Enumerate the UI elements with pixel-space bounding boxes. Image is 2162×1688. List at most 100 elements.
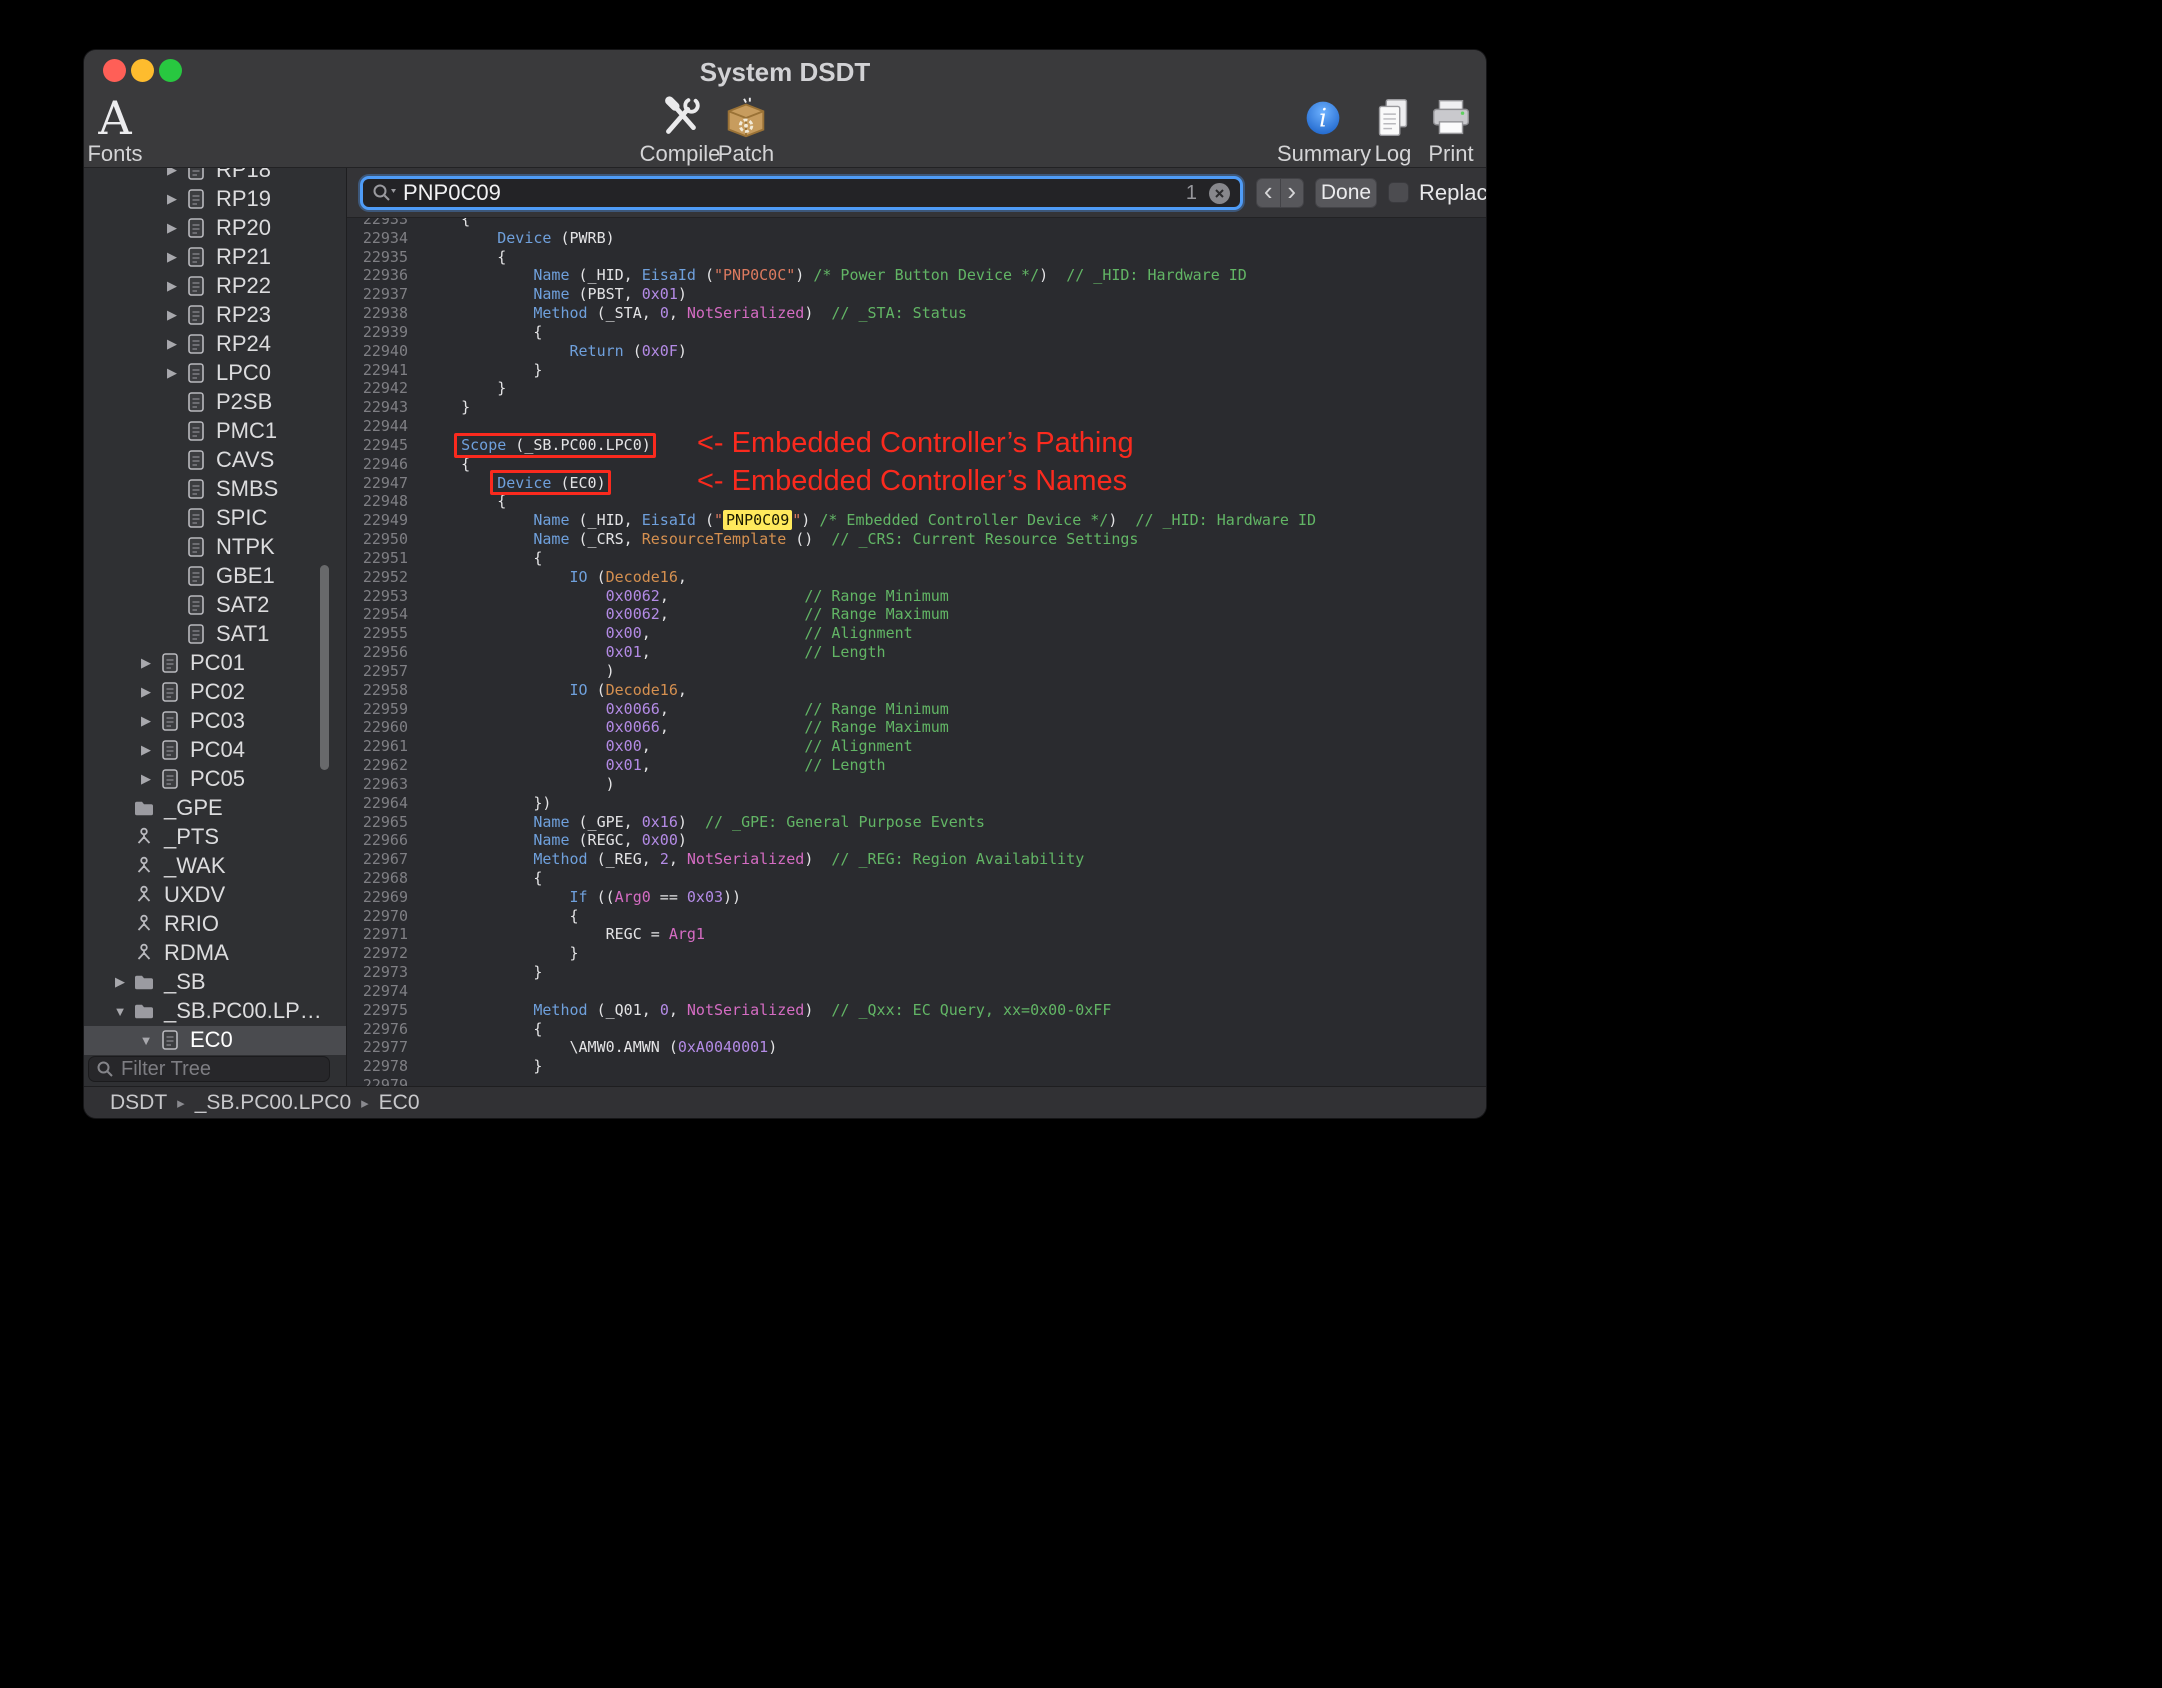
search-input[interactable] [403,180,1186,206]
line-number: 22948 [362,492,408,511]
sidebar-item-RP18[interactable]: ▶ RP18 [84,168,346,185]
code-line: 22938 Method (_STA, 0, NotSerialized) //… [347,304,1486,323]
breadcrumb-item[interactable]: DSDT [110,1091,167,1115]
sidebar-item-PC01[interactable]: ▶ PC01 [84,649,346,678]
sidebar-item-label: _WAK [164,853,226,878]
doc-icon [184,245,208,269]
line-number: 22976 [362,1019,408,1038]
code-line: 22962 0x01, // Length [347,756,1486,775]
patch-button[interactable]: Patch [700,92,792,166]
breadcrumb-item[interactable]: _SB.PC00.LPC0 [195,1091,351,1115]
sidebar-item-PC04[interactable]: ▶ PC04 [84,736,346,765]
sidebar-item-CAVS[interactable]: CAVS [84,446,346,475]
line-number: 22966 [362,831,408,850]
line-number: 22967 [362,850,408,869]
code-line: 22942 } [347,379,1486,398]
disclosure-right-icon[interactable]: ▶ [134,684,158,700]
sidebar-item-RP22[interactable]: ▶ RP22 [84,272,346,301]
sidebar-item-SMBS[interactable]: SMBS [84,475,346,504]
search-icon [97,1061,113,1077]
line-number: 22941 [362,360,408,379]
sidebar-item-SPIC[interactable]: SPIC [84,504,346,533]
sidebar-item-PMC1[interactable]: PMC1 [84,417,346,446]
titlebar[interactable]: System DSDT [84,50,1486,90]
disclosure-down-icon[interactable]: ▼ [108,1004,132,1019]
sidebar-item-_GPE[interactable]: _GPE [84,794,346,823]
disclosure-right-icon[interactable]: ▶ [134,713,158,729]
sidebar-scrollbar[interactable] [320,565,329,770]
sidebar-item-EC0[interactable]: ▼ EC0 [84,1025,346,1055]
disclosure-right-icon[interactable]: ▶ [160,278,184,294]
sidebar-item-UXDV[interactable]: UXDV [84,881,346,910]
sidebar-item-RP20[interactable]: ▶ RP20 [84,214,346,243]
line-number: 22958 [362,680,408,699]
filter-tree-input[interactable] [88,1056,330,1082]
method-icon [132,883,156,907]
disclosure-right-icon[interactable]: ▶ [160,336,184,352]
replace-checkbox[interactable] [1388,182,1409,203]
code-text: 0x00, // Alignment [605,737,913,756]
sidebar-item-label: SAT2 [216,592,270,617]
code-line: 22937 Name (PBST, 0x01) [347,285,1486,304]
line-number: 22965 [362,812,408,831]
sidebar-item-LPC0[interactable]: ▶ LPC0 [84,359,346,388]
sidebar-item-RP23[interactable]: ▶ RP23 [84,301,346,330]
disclosure-down-icon[interactable]: ▼ [134,1033,158,1048]
code-viewport[interactable]: 22933 {22934 Device (PWRB) 22935 {22936 N… [347,218,1486,1086]
sidebar-item-_SB-PC00-LP-[interactable]: ▼ _SB.PC00.LP… [84,997,346,1026]
sidebar-item-PC03[interactable]: ▶ PC03 [84,707,346,736]
clear-search-button[interactable] [1209,182,1230,204]
search-menu-icon[interactable] [371,182,397,204]
breadcrumb-item[interactable]: EC0 [379,1091,420,1115]
sidebar-item-SAT2[interactable]: SAT2 [84,591,346,620]
sidebar-item-SAT1[interactable]: SAT1 [84,620,346,649]
doc-icon [184,622,208,646]
sidebar-item-RP21[interactable]: ▶ RP21 [84,243,346,272]
disclosure-right-icon[interactable]: ▶ [160,191,184,207]
sidebar-item-NTPK[interactable]: NTPK [84,533,346,562]
sidebar-item-RP24[interactable]: ▶ RP24 [84,330,346,359]
sidebar-item-_PTS[interactable]: _PTS [84,823,346,852]
disclosure-right-icon[interactable]: ▶ [134,742,158,758]
sidebar-item-label: RP22 [216,273,272,298]
line-number: 22955 [362,624,408,643]
search-field[interactable]: 1 [360,176,1243,210]
sidebar-item-P2SB[interactable]: P2SB [84,388,346,417]
disclosure-right-icon[interactable]: ▶ [160,307,184,323]
disclosure-right-icon[interactable]: ▶ [160,365,184,381]
doc-icon [184,361,208,385]
code-text: { [425,322,543,341]
sidebar-item-_SB[interactable]: ▶ _SB [84,968,346,997]
code-line: 22964 }) [347,794,1486,813]
disclosure-right-icon[interactable]: ▶ [108,974,132,990]
disclosure-right-icon[interactable]: ▶ [134,771,158,787]
code-text: Device (EC0) [497,473,606,492]
sidebar-item-PC05[interactable]: ▶ PC05 [84,765,346,794]
sidebar-item-PC02[interactable]: ▶ PC02 [84,678,346,707]
sidebar-item-RDMA[interactable]: RDMA [84,939,346,968]
sidebar-item-GBE1[interactable]: GBE1 [84,562,346,591]
sidebar-item-label: GBE1 [216,563,275,588]
print-button[interactable]: Print [1405,92,1486,166]
line-number: 22971 [362,925,408,944]
sidebar-item-label: RP23 [216,302,272,327]
sidebar-item-_WAK[interactable]: _WAK [84,852,346,881]
disclosure-right-icon[interactable]: ▶ [160,168,184,178]
code-line: 22975 Method (_Q01, 0, NotSerialized) //… [347,1001,1486,1020]
line-number: 22936 [362,266,408,285]
disclosure-right-icon[interactable]: ▶ [160,249,184,265]
sidebar-item-RRIO[interactable]: RRIO [84,910,346,939]
sidebar-item-label: RP18 [216,168,272,182]
code-line: 22952 IO (Decode16, [347,568,1486,587]
code-line: 22934 Device (PWRB) [347,229,1486,248]
disclosure-right-icon[interactable]: ▶ [134,655,158,671]
done-button[interactable]: Done [1315,178,1377,208]
disclosure-right-icon[interactable]: ▶ [160,220,184,236]
find-next-button[interactable]: › [1279,178,1304,208]
line-number: 22951 [362,548,408,567]
code-line: 22969 If ((Arg0 == 0x03)) [347,888,1486,907]
sidebar-item-label: RRIO [164,911,219,936]
sidebar-item-RP19[interactable]: ▶ RP19 [84,185,346,214]
find-previous-button[interactable]: ‹ [1256,178,1280,208]
fonts-button[interactable]: A Fonts [84,92,161,166]
